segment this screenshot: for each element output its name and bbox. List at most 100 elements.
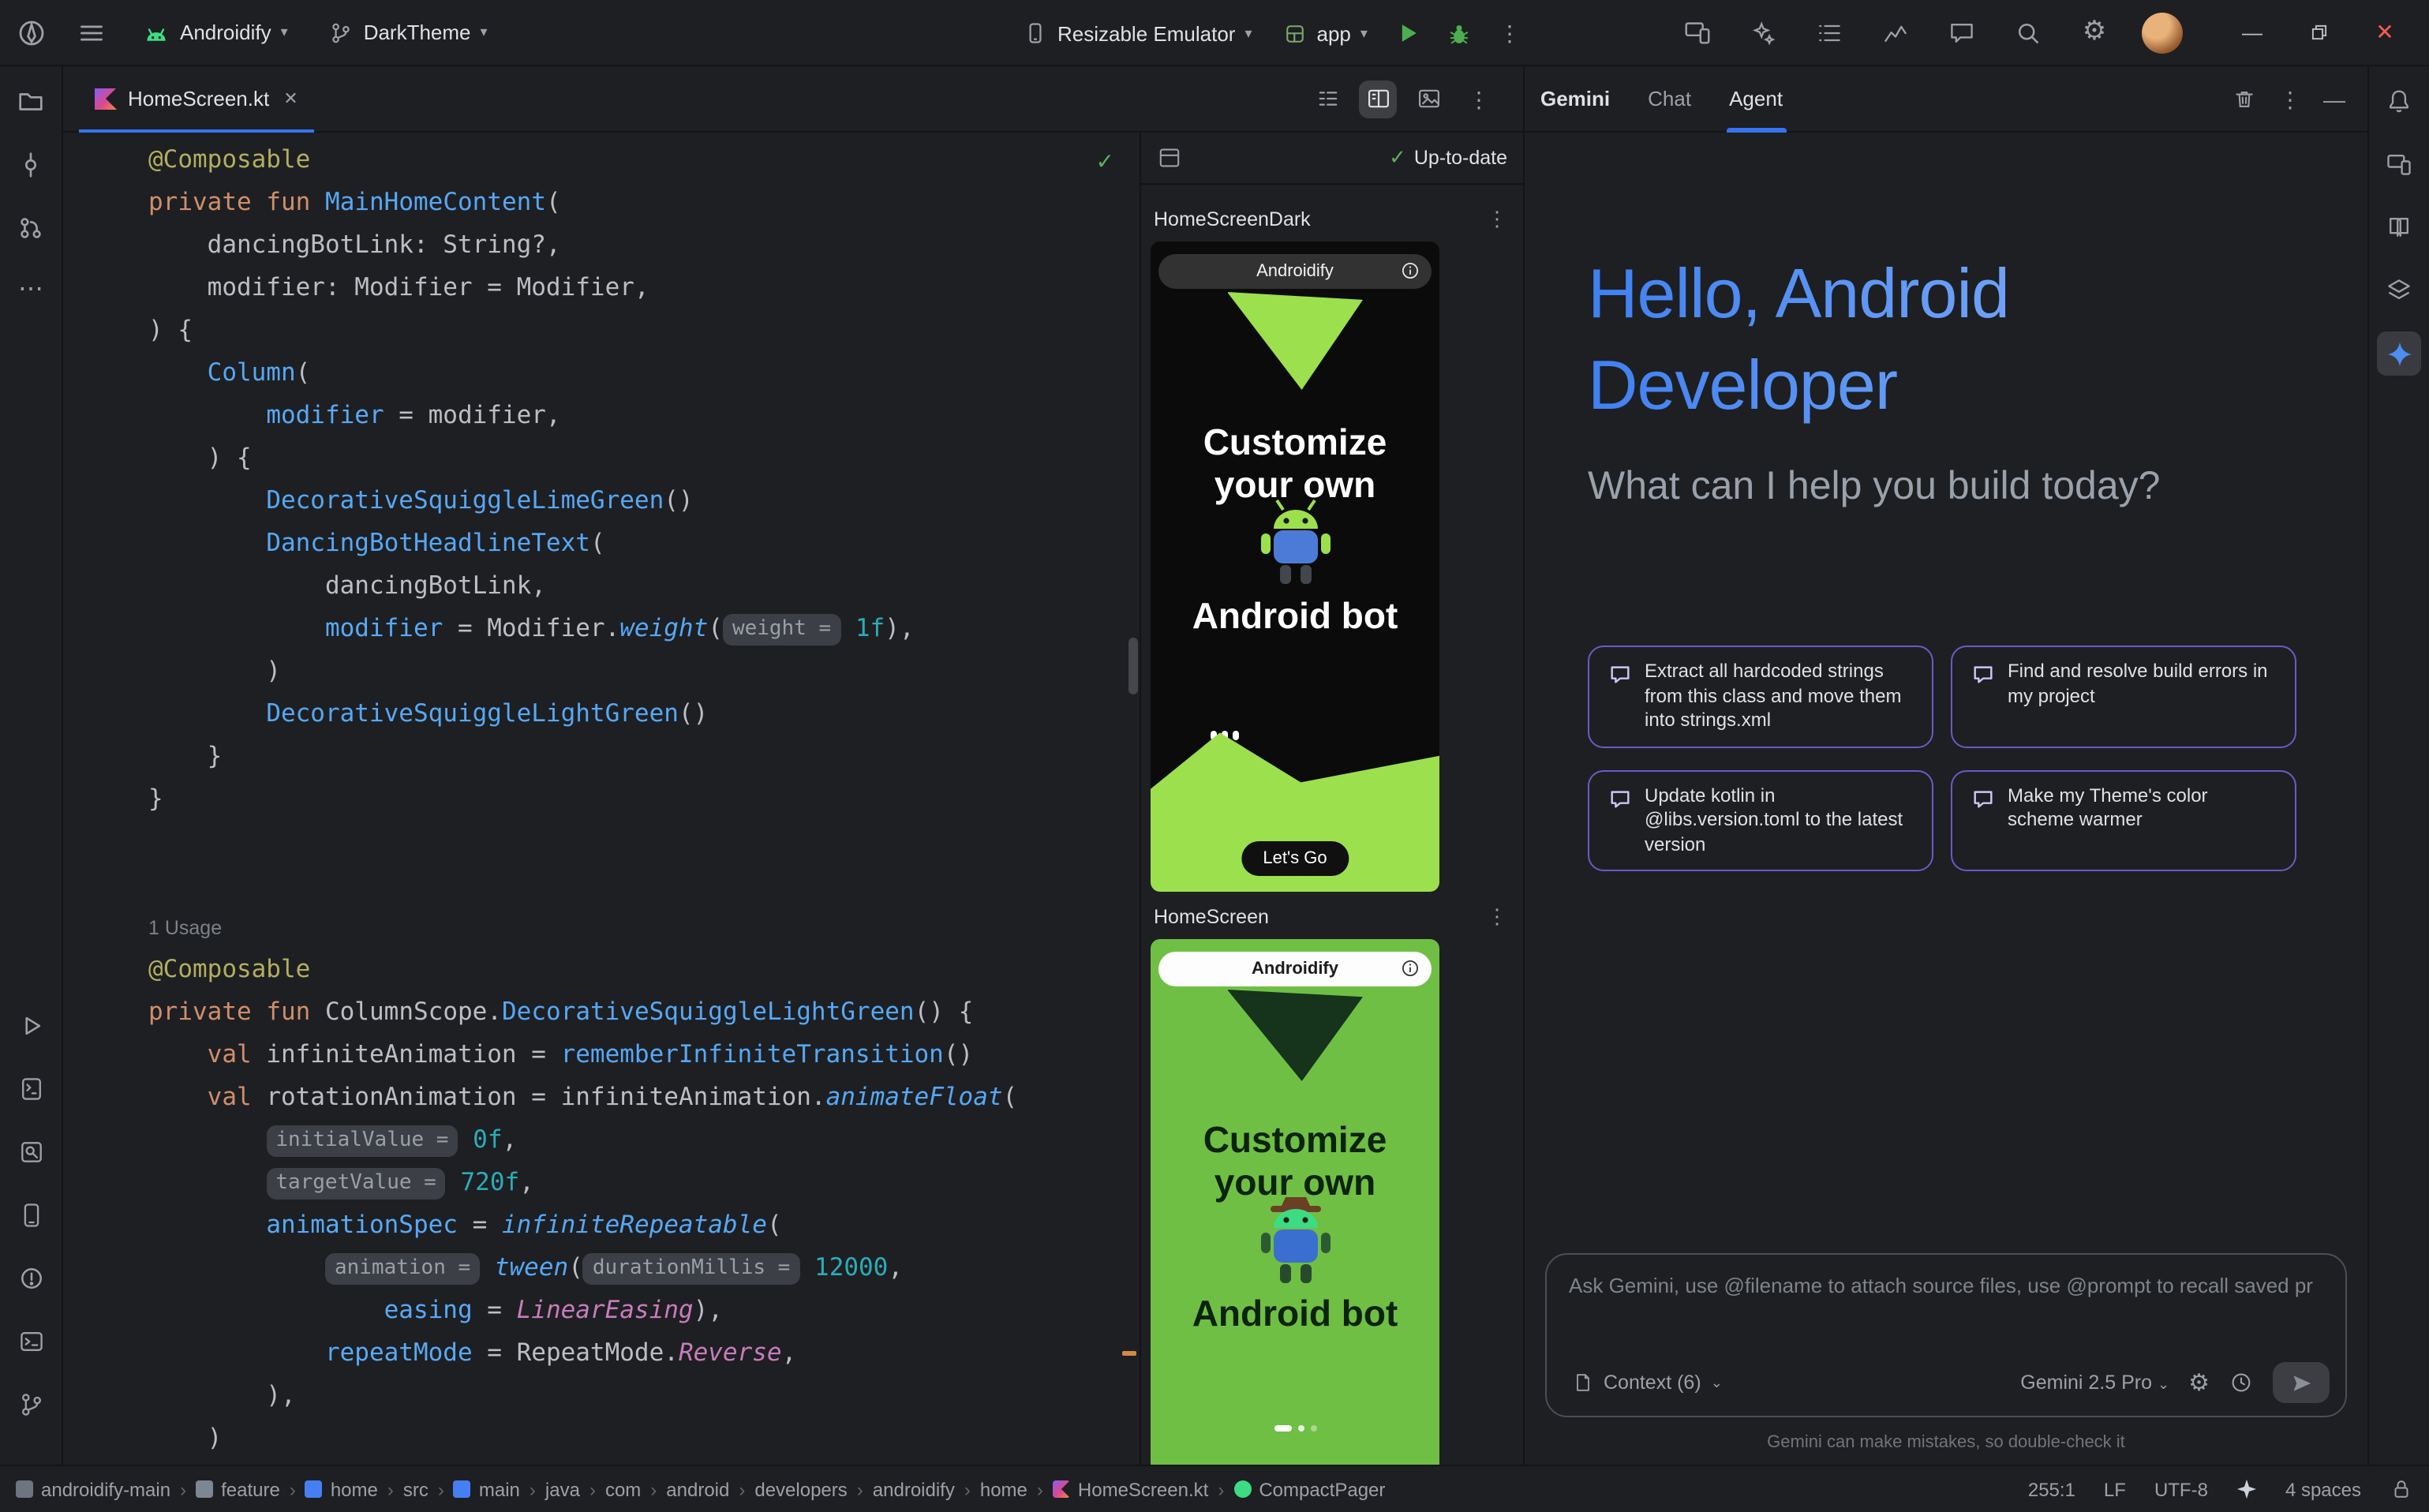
more-tool-windows-icon[interactable]: ⋯ bbox=[9, 268, 53, 313]
breadcrumb-item[interactable]: androidify-main bbox=[16, 1478, 170, 1500]
code-line[interactable]: targetValue = 720f, bbox=[148, 1162, 1140, 1204]
search-icon[interactable] bbox=[2009, 13, 2047, 51]
tab-agent[interactable]: Agent bbox=[1729, 65, 1783, 132]
code-line[interactable]: initialValue = 0f, bbox=[148, 1119, 1140, 1162]
gemini-spark-icon[interactable] bbox=[2377, 331, 2421, 376]
feedback-icon[interactable] bbox=[1943, 13, 1981, 51]
breadcrumb-item[interactable]: com bbox=[605, 1478, 641, 1500]
breadcrumb-item[interactable]: java bbox=[545, 1478, 580, 1500]
code-line[interactable]: } bbox=[148, 778, 1140, 821]
cursor-position[interactable]: 255:1 bbox=[2028, 1478, 2075, 1500]
code-line[interactable]: modifier = modifier, bbox=[148, 395, 1140, 437]
code-line[interactable]: @Composable bbox=[148, 949, 1140, 991]
vcs-branch-selector[interactable]: DarkTheme ▾ bbox=[320, 13, 497, 51]
context-selector[interactable]: Context (6) ⌄ bbox=[1563, 1367, 1732, 1398]
device-mirroring-icon[interactable] bbox=[2377, 142, 2421, 186]
code-line[interactable]: ), bbox=[148, 1375, 1140, 1417]
hide-panel-icon[interactable]: — bbox=[2323, 88, 2345, 110]
device-selector[interactable]: Resizable Emulator ▾ bbox=[1013, 14, 1262, 52]
breadcrumb-item[interactable]: developers bbox=[754, 1478, 847, 1500]
model-selector[interactable]: Gemini 2.5 Pro ⌄ bbox=[2020, 1372, 2169, 1394]
window-close-button[interactable]: ✕ bbox=[2360, 9, 2410, 56]
debug-button[interactable] bbox=[1440, 14, 1478, 52]
preview-name-dark[interactable]: HomeScreenDark bbox=[1154, 208, 1311, 230]
breadcrumb-item[interactable]: home bbox=[980, 1478, 1027, 1500]
breadcrumb-item[interactable]: feature bbox=[196, 1478, 280, 1500]
editor-scrollbar-thumb[interactable] bbox=[1128, 638, 1138, 694]
inspections-ok-icon[interactable]: ✓ bbox=[1096, 148, 1114, 175]
code-line[interactable]: ) { bbox=[148, 309, 1140, 352]
code-line[interactable]: repeatMode = RepeatMode.Reverse, bbox=[148, 1332, 1140, 1375]
terminal-icon[interactable] bbox=[9, 1319, 53, 1364]
preview-render-homescreen[interactable]: Androidify Customize your own Android bo… bbox=[1151, 939, 1439, 1465]
code-editor[interactable]: @Composableprivate fun MainHomeContent( … bbox=[63, 133, 1140, 1465]
code-line[interactable]: Column( bbox=[148, 352, 1140, 395]
preview-build-status[interactable]: ✓ Up-to-date bbox=[1389, 145, 1507, 170]
code-line[interactable]: animation = tween(durationMillis = 12000… bbox=[148, 1247, 1140, 1289]
design-view-icon[interactable] bbox=[1409, 80, 1447, 118]
tab-chat[interactable]: Chat bbox=[1648, 65, 1691, 132]
gemini-options-kebab-icon[interactable]: ⋮ bbox=[2279, 88, 2301, 110]
profiler-icon[interactable] bbox=[1877, 13, 1914, 51]
history-clock-icon[interactable] bbox=[2229, 1370, 2254, 1395]
code-line[interactable]: modifier = Modifier.weight(weight = 1f), bbox=[148, 608, 1140, 650]
logcat-icon[interactable] bbox=[9, 1067, 53, 1111]
running-devices-icon[interactable] bbox=[9, 1193, 53, 1237]
app-inspection-icon[interactable] bbox=[9, 1130, 53, 1174]
code-line[interactable]: @Composable bbox=[148, 139, 1140, 182]
code-line[interactable]: DancingBotHeadlineText( bbox=[148, 522, 1140, 565]
code-line[interactable]: ) bbox=[148, 1417, 1140, 1460]
version-control-icon[interactable] bbox=[9, 1383, 53, 1427]
settings-gear-icon[interactable]: ⚙ bbox=[2075, 13, 2113, 51]
window-minimize-button[interactable]: — bbox=[2227, 9, 2277, 56]
breadcrumb-item[interactable]: home bbox=[305, 1478, 378, 1500]
pull-requests-icon[interactable] bbox=[9, 205, 53, 249]
code-line[interactable]: DecorativeSquiggleLightGreen() bbox=[148, 693, 1140, 735]
user-avatar[interactable] bbox=[2142, 12, 2183, 53]
code-line[interactable]: private fun MainHomeContent( bbox=[148, 182, 1140, 224]
breadcrumb-item[interactable]: CompactPager bbox=[1233, 1478, 1385, 1500]
project-selector[interactable]: Androidify ▾ bbox=[133, 14, 298, 51]
lock-icon[interactable] bbox=[2390, 1477, 2413, 1501]
task-list-icon[interactable] bbox=[1810, 13, 1848, 51]
run-button[interactable] bbox=[1390, 14, 1428, 52]
layers-icon[interactable] bbox=[2377, 268, 2421, 313]
run-configuration-selector[interactable]: app ▾ bbox=[1274, 15, 1377, 51]
breadcrumb-item[interactable]: src bbox=[403, 1478, 429, 1500]
more-actions-kebab-icon[interactable]: ⋮ bbox=[1491, 14, 1529, 52]
suggestion-card[interactable]: Find and resolve build errors in my proj… bbox=[1951, 646, 2296, 747]
code-line[interactable] bbox=[148, 863, 1140, 906]
code-line[interactable]: animationSpec = infiniteRepeatable( bbox=[148, 1204, 1140, 1247]
preview-name-light[interactable]: HomeScreen bbox=[1154, 906, 1269, 928]
code-line[interactable]: val rotationAnimation = infiniteAnimatio… bbox=[148, 1076, 1140, 1119]
device-mirroring-icon[interactable] bbox=[1678, 13, 1716, 51]
send-button[interactable] bbox=[2273, 1362, 2330, 1403]
line-separator[interactable]: LF bbox=[2104, 1478, 2126, 1500]
code-line[interactable]: modifier: Modifier = Modifier, bbox=[148, 267, 1140, 309]
trash-icon[interactable] bbox=[2232, 86, 2257, 111]
breadcrumb-item[interactable]: main bbox=[454, 1478, 520, 1500]
code-line[interactable]: easing = LinearEasing), bbox=[148, 1289, 1140, 1332]
code-line[interactable]: private fun ColumnScope.DecorativeSquigg… bbox=[148, 991, 1140, 1034]
gemini-settings-gear-icon[interactable]: ⚙ bbox=[2188, 1371, 2210, 1394]
run-tool-window-icon[interactable] bbox=[9, 1004, 53, 1048]
preview-options-kebab-icon[interactable]: ⋮ bbox=[1487, 904, 1507, 930]
code-view-icon[interactable] bbox=[1308, 80, 1346, 118]
preview-options-kebab-icon[interactable]: ⋮ bbox=[1487, 207, 1507, 232]
commit-icon[interactable] bbox=[9, 142, 53, 186]
split-view-icon[interactable] bbox=[1359, 80, 1397, 118]
window-maximize-button[interactable] bbox=[2293, 9, 2344, 56]
code-line[interactable]: val infiniteAnimation = rememberInfinite… bbox=[148, 1034, 1140, 1076]
code-line[interactable]: dancingBotLink: String?, bbox=[148, 224, 1140, 267]
tab-close-icon[interactable]: ✕ bbox=[283, 88, 298, 109]
file-encoding[interactable]: UTF-8 bbox=[2154, 1478, 2208, 1500]
problems-icon[interactable] bbox=[9, 1256, 53, 1301]
breadcrumb-item[interactable]: android bbox=[666, 1478, 729, 1500]
breadcrumb-item[interactable]: androidify bbox=[873, 1478, 955, 1500]
code-line[interactable]: 1 Usage bbox=[148, 906, 1140, 949]
split-editor-icon[interactable] bbox=[1157, 145, 1182, 170]
code-line[interactable]: ) bbox=[148, 650, 1140, 693]
suggestion-card[interactable]: Make my Theme's color scheme warmer bbox=[1951, 769, 2296, 871]
ai-spark-icon[interactable] bbox=[2236, 1479, 2257, 1499]
code-line[interactable]: dancingBotLink, bbox=[148, 565, 1140, 608]
